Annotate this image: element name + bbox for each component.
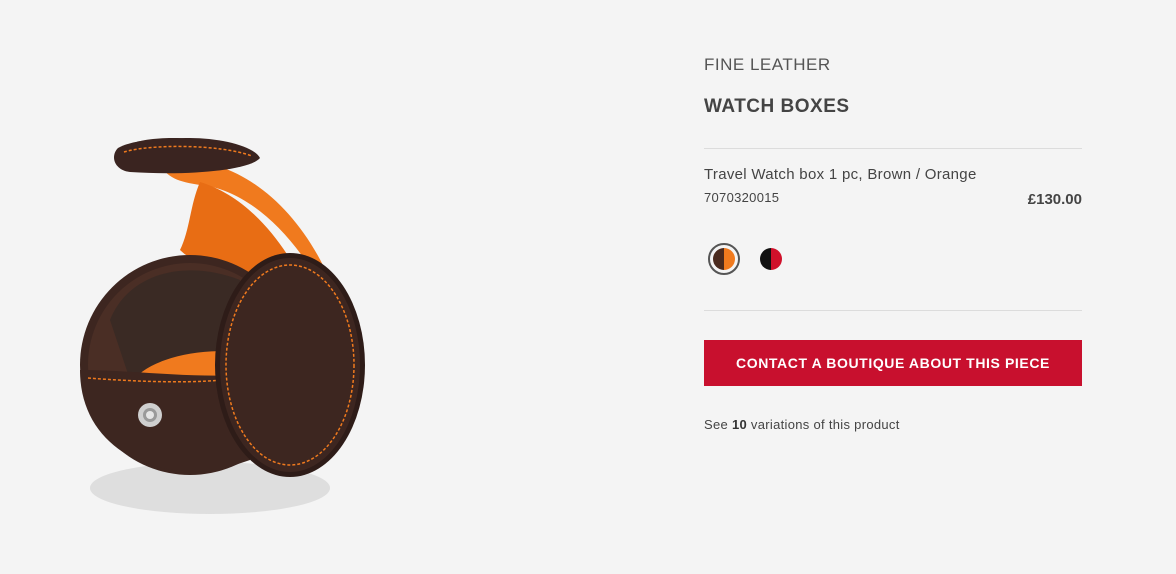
product-image [40, 110, 460, 550]
variations-text: See 10 variations of this product [704, 417, 900, 432]
product-reference: 7070320015 [704, 190, 780, 205]
swatch-black-red[interactable] [755, 243, 787, 275]
variations-suffix: variations of this product [747, 417, 900, 432]
swatch-brown-orange-icon [713, 248, 735, 270]
product-price: £130.00 [1027, 191, 1082, 208]
swatch-brown-orange[interactable] [708, 243, 740, 275]
contact-boutique-button[interactable]: CONTACT A BOUTIQUE ABOUT THIS PIECE [704, 340, 1082, 386]
product-name: Travel Watch box 1 pc, Brown / Orange [704, 166, 977, 183]
product-category: FINE LEATHER [704, 55, 831, 74]
divider [704, 148, 1082, 149]
travel-watch-box-illustration [80, 137, 365, 514]
swatch-black-red-icon [760, 248, 782, 270]
variations-prefix: See [704, 417, 732, 432]
product-subcategory: WATCH BOXES [704, 96, 850, 117]
variations-link[interactable]: See 10 variations of this product [704, 417, 900, 432]
divider [704, 310, 1082, 311]
variations-count: 10 [731, 417, 748, 432]
